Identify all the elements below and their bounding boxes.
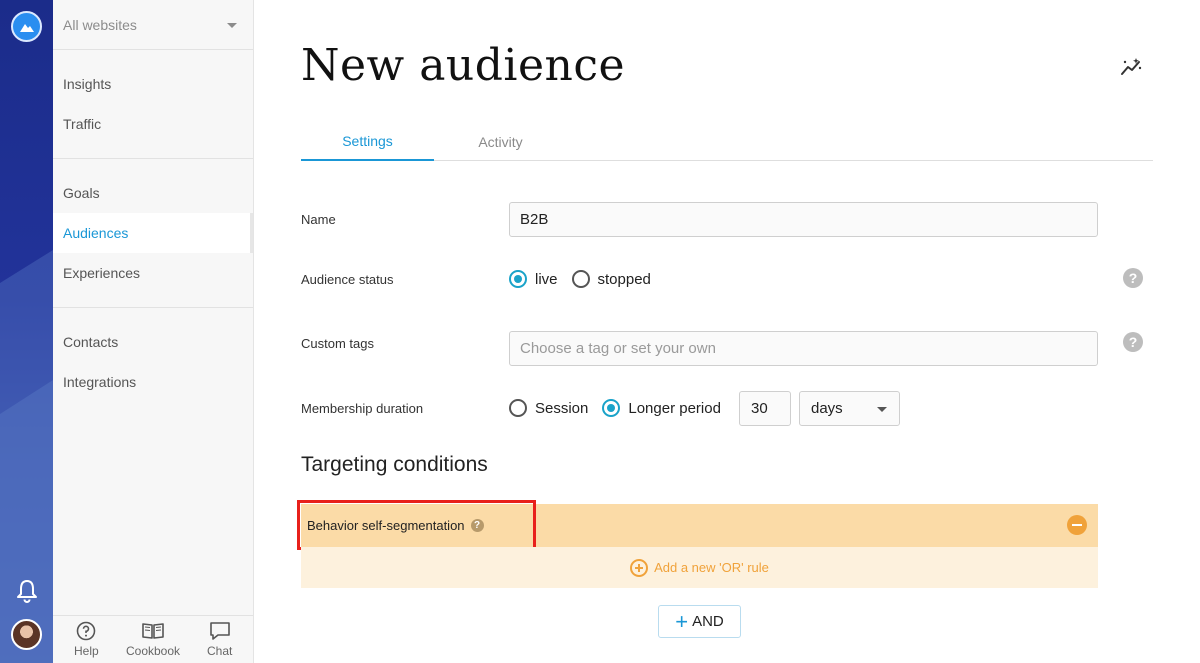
help-icon[interactable]: ? bbox=[1123, 332, 1143, 352]
main-content: New audience Settings Activity Name B2B … bbox=[254, 0, 1200, 663]
website-selector[interactable]: All websites bbox=[53, 0, 253, 50]
duration-unit-value: days bbox=[811, 400, 843, 417]
radio-session[interactable] bbox=[509, 399, 527, 417]
chat-button[interactable]: Chat bbox=[186, 616, 253, 663]
help-icon[interactable]: ? bbox=[1123, 268, 1143, 288]
nav-group: Contacts Integrations bbox=[53, 308, 253, 416]
audience-status-group: live stopped bbox=[509, 270, 665, 288]
bell-icon[interactable] bbox=[15, 578, 39, 604]
condition-header: Behavior self-segmentation ? bbox=[297, 500, 1098, 550]
status-stopped-label: stopped bbox=[597, 270, 651, 288]
tab-bar: Settings Activity bbox=[301, 122, 1153, 161]
magic-wand-icon[interactable] bbox=[1119, 55, 1143, 79]
help-label: Help bbox=[73, 644, 99, 658]
radio-stopped[interactable] bbox=[571, 270, 590, 288]
sidebar-item-traffic[interactable]: Traffic bbox=[53, 104, 253, 144]
status-option-stopped[interactable]: stopped bbox=[571, 270, 651, 288]
sidebar-item-integrations[interactable]: Integrations bbox=[53, 362, 253, 402]
status-live-label: live bbox=[535, 270, 558, 288]
highlight-box bbox=[297, 500, 536, 550]
cookbook-button[interactable]: Cookbook bbox=[120, 616, 187, 663]
page-title: New audience bbox=[301, 40, 626, 91]
app-rail bbox=[0, 0, 53, 663]
radio-longer-period[interactable] bbox=[602, 399, 621, 417]
custom-tags-label: Custom tags bbox=[301, 336, 374, 351]
add-or-rule-label: Add a new 'OR' rule bbox=[654, 560, 769, 575]
remove-condition-button[interactable] bbox=[1067, 515, 1087, 535]
avatar[interactable] bbox=[11, 619, 42, 650]
tab-settings[interactable]: Settings bbox=[301, 122, 434, 161]
session-label: Session bbox=[535, 399, 589, 417]
chat-label: Chat bbox=[207, 644, 233, 658]
duration-option-longer[interactable]: Longer period bbox=[602, 399, 721, 417]
radio-live[interactable] bbox=[509, 270, 527, 288]
nav-group: Insights Traffic bbox=[53, 50, 253, 159]
sidebar-item-goals[interactable]: Goals bbox=[53, 173, 253, 213]
help-button[interactable]: Help bbox=[53, 616, 120, 663]
targeting-title: Targeting conditions bbox=[301, 453, 488, 476]
sidebar-item-insights[interactable]: Insights bbox=[53, 64, 253, 104]
name-label: Name bbox=[301, 212, 336, 227]
app-logo-icon[interactable] bbox=[11, 11, 42, 42]
duration-unit-select[interactable]: days bbox=[799, 391, 900, 426]
chevron-down-icon bbox=[877, 407, 887, 412]
tab-activity[interactable]: Activity bbox=[434, 122, 567, 161]
audience-status-label: Audience status bbox=[301, 272, 394, 287]
custom-tags-input[interactable]: Choose a tag or set your own bbox=[509, 331, 1098, 366]
duration-option-session[interactable]: Session bbox=[509, 399, 588, 417]
help-circle-icon bbox=[77, 621, 96, 641]
website-selector-label: All websites bbox=[63, 16, 137, 33]
sidebar-footer: Help Cookbook Chat bbox=[53, 615, 253, 663]
chevron-down-icon bbox=[227, 23, 237, 28]
sidebar-item-contacts[interactable]: Contacts bbox=[53, 322, 253, 362]
book-icon bbox=[142, 623, 164, 639]
and-label: AND bbox=[692, 613, 724, 630]
plus-circle-icon bbox=[630, 558, 649, 577]
cookbook-label: Cookbook bbox=[125, 644, 181, 658]
add-or-rule-button[interactable]: Add a new 'OR' rule bbox=[301, 547, 1098, 588]
nav-group: Goals Audiences Experiences bbox=[53, 159, 253, 308]
chat-icon bbox=[209, 622, 230, 640]
name-field[interactable]: B2B bbox=[509, 202, 1098, 237]
sidebar-item-experiences[interactable]: Experiences bbox=[53, 253, 253, 293]
sidebar-item-audiences[interactable]: Audiences bbox=[53, 213, 253, 253]
status-option-live[interactable]: live bbox=[509, 270, 558, 288]
membership-duration-label: Membership duration bbox=[301, 401, 424, 416]
and-button[interactable]: + AND bbox=[658, 605, 741, 638]
duration-value-input[interactable]: 30 bbox=[739, 391, 791, 426]
duration-group: Session Longer period bbox=[509, 399, 735, 417]
plus-icon: + bbox=[675, 608, 689, 634]
sidebar: All websites Insights Traffic Goals Audi… bbox=[53, 0, 254, 663]
longer-period-label: Longer period bbox=[628, 399, 721, 417]
